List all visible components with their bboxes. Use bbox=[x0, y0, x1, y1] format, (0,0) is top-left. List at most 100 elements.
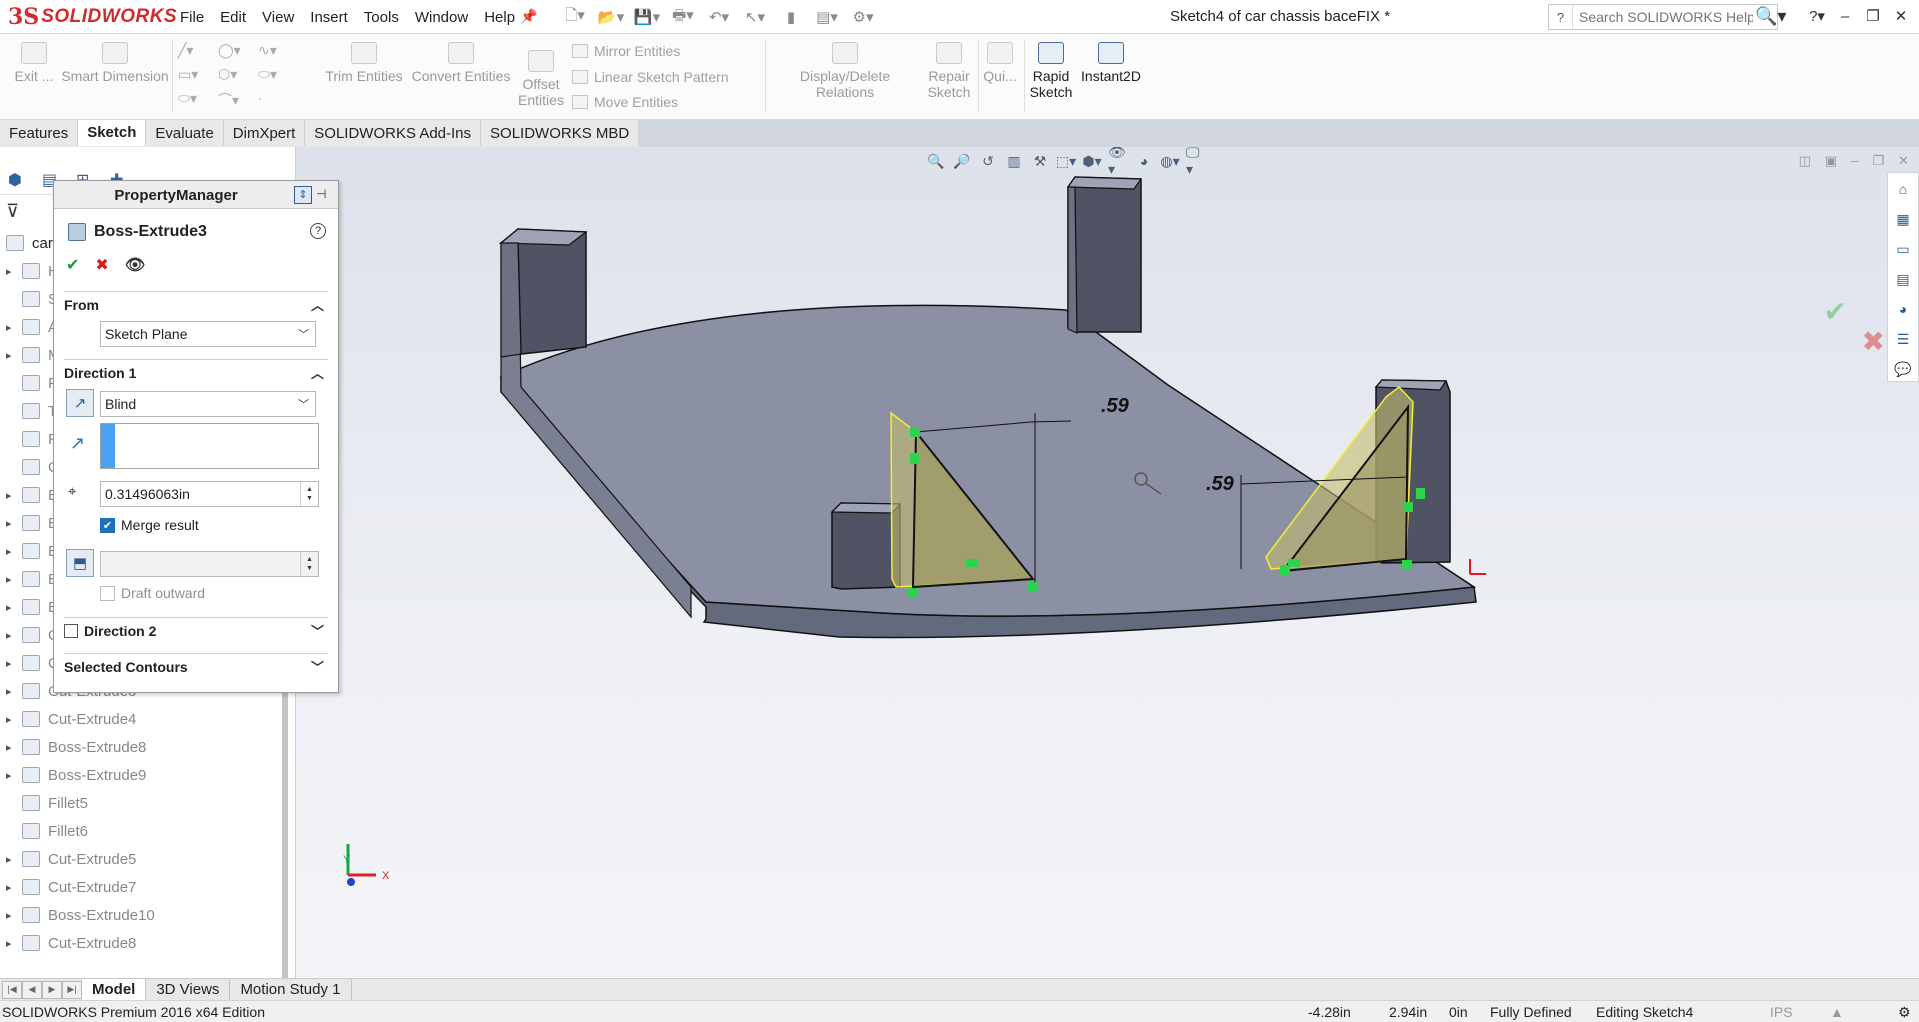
line-icon[interactable]: ╱▾ bbox=[178, 42, 208, 58]
custom-properties-icon[interactable]: ☰ bbox=[1893, 329, 1913, 349]
pm-expand-icon[interactable]: ⇕ bbox=[294, 186, 312, 204]
tree-item[interactable]: ▸ Cut-Extrude7 bbox=[0, 873, 290, 901]
end-condition-dropdown[interactable]: Blind ﹀ bbox=[100, 391, 316, 417]
exit-sketch-button[interactable]: Exit ... bbox=[10, 42, 58, 84]
file-explorer-icon[interactable]: ▭ bbox=[1893, 239, 1913, 259]
pm-ok-icon[interactable]: ✔ bbox=[66, 255, 79, 275]
fillet-sketch-icon[interactable]: ⌒▾ bbox=[218, 90, 248, 108]
rebuild-status-icon[interactable]: ⚙ bbox=[1898, 1004, 1911, 1021]
direction2-toggle[interactable]: Direction 2 bbox=[64, 623, 156, 639]
direction2-section-header[interactable]: Direction 2 ﹀ bbox=[64, 617, 328, 641]
from-section-header[interactable]: From ︿ bbox=[64, 291, 328, 315]
pin-menu-icon[interactable]: 📌 bbox=[520, 8, 537, 26]
menu-tools[interactable]: Tools bbox=[356, 9, 407, 26]
expand-arrow-icon[interactable]: ▸ bbox=[6, 713, 22, 726]
spin-arrows-icon[interactable]: ▲ ▼ bbox=[300, 552, 318, 576]
menu-view[interactable]: View bbox=[254, 9, 302, 26]
rebuild-icon[interactable]: ▮ bbox=[776, 6, 806, 28]
viewport-minimize-icon[interactable]: – bbox=[1851, 153, 1858, 169]
dynamic-annotation-icon[interactable]: ⚒ bbox=[1030, 151, 1050, 171]
instant2d-button[interactable]: Instant2D bbox=[1078, 42, 1144, 84]
prev-tab-icon[interactable]: ◀ bbox=[22, 980, 42, 999]
expand-arrow-icon[interactable]: ▸ bbox=[6, 265, 22, 278]
section-view-icon[interactable]: ▥ bbox=[1004, 151, 1024, 171]
search-icon[interactable]: 🔍▾ bbox=[1755, 6, 1786, 27]
coincident-relation-icon[interactable] bbox=[908, 588, 918, 598]
rapid-sketch-button[interactable]: Rapid Sketch bbox=[1028, 42, 1074, 100]
direction-selection-box[interactable] bbox=[100, 423, 319, 469]
ellipse-icon[interactable]: ⬭▾ bbox=[258, 66, 288, 82]
file-properties-icon[interactable]: ▤▾ bbox=[812, 6, 842, 28]
zoom-to-fit-icon[interactable]: 🔍 bbox=[926, 151, 946, 171]
merge-result-checkbox[interactable]: ✔ Merge result bbox=[100, 517, 199, 533]
smart-dimension-button[interactable]: Smart Dimension bbox=[60, 42, 170, 84]
help-menu-icon[interactable]: ?▾ bbox=[1805, 4, 1829, 28]
viewport-close-icon[interactable]: ✕ bbox=[1898, 153, 1909, 169]
restore-icon[interactable]: ❐ bbox=[1861, 4, 1885, 28]
next-tab-icon[interactable]: ▶ bbox=[42, 980, 62, 999]
units-menu-icon[interactable]: ▲ bbox=[1830, 1004, 1844, 1020]
expand-arrow-icon[interactable]: ▸ bbox=[6, 881, 22, 894]
tree-item[interactable]: ▸ Boss-Extrude8 bbox=[0, 733, 290, 761]
view-palette-icon[interactable]: ▤ bbox=[1893, 269, 1913, 289]
previous-view-icon[interactable]: ↺ bbox=[978, 151, 998, 171]
save-icon[interactable]: 💾▾ bbox=[632, 6, 662, 28]
expand-arrow-icon[interactable]: ▸ bbox=[6, 321, 22, 334]
tree-item[interactable]: Fillet6 bbox=[0, 817, 290, 845]
expand-arrow-icon[interactable]: ▸ bbox=[6, 573, 22, 586]
open-document-icon[interactable]: 📂▾ bbox=[596, 6, 626, 28]
tab-3d-views[interactable]: 3D Views bbox=[146, 979, 231, 1000]
graphics-area[interactable]: .59 .59 Y X 🔍 🔎 ↺ ▥ ⚒ ⬚▾ ⬢▾ 👁▾ ◕ ◍▾ 🖵▾ ◫… bbox=[296, 147, 1919, 978]
undo-icon[interactable]: ↶▾ bbox=[704, 6, 734, 28]
direction1-section-header[interactable]: Direction 1 ︿ bbox=[64, 359, 328, 383]
expand-arrow-icon[interactable]: ▸ bbox=[6, 629, 22, 642]
tree-item[interactable]: ▸ Cut-Extrude5 bbox=[0, 845, 290, 873]
dimension-value-left[interactable]: .59 bbox=[1101, 395, 1130, 417]
spin-arrows-icon[interactable]: ▲ ▼ bbox=[300, 482, 318, 506]
repair-sketch-button[interactable]: Repair Sketch bbox=[926, 42, 972, 100]
expand-arrow-icon[interactable]: ▸ bbox=[6, 489, 22, 502]
expand-arrow-icon[interactable]: ▸ bbox=[6, 601, 22, 614]
viewport-restore-icon[interactable]: ❐ bbox=[1872, 153, 1884, 169]
help-search-input[interactable] bbox=[1573, 9, 1753, 25]
pm-help-icon[interactable]: ? bbox=[310, 223, 326, 239]
expand-arrow-icon[interactable]: ▸ bbox=[6, 741, 22, 754]
appearances-icon[interactable]: ◕ bbox=[1893, 299, 1913, 319]
options-gear-icon[interactable]: ⚙▾ bbox=[848, 6, 878, 28]
circle-icon[interactable]: ◯▾ bbox=[218, 42, 248, 58]
pm-preview-icon[interactable]: 👁 bbox=[125, 255, 145, 275]
filter-icon[interactable]: ⊽ bbox=[6, 201, 19, 222]
vertical-relation-icon[interactable] bbox=[910, 453, 919, 464]
depth-input[interactable] bbox=[101, 486, 300, 502]
tab-evaluate[interactable]: Evaluate bbox=[146, 120, 224, 146]
spline-icon[interactable]: ∿▾ bbox=[258, 42, 288, 58]
expand-arrow-icon[interactable]: ▸ bbox=[6, 349, 22, 362]
expand-arrow-icon[interactable]: ▸ bbox=[6, 853, 22, 866]
apply-scene-icon[interactable]: ◍▾ bbox=[1160, 151, 1180, 171]
menu-file[interactable]: File bbox=[172, 9, 212, 26]
tab-addins[interactable]: SOLIDWORKS Add-Ins bbox=[305, 120, 482, 146]
tab-dimxpert[interactable]: DimXpert bbox=[223, 120, 306, 146]
trim-entities-button[interactable]: Trim Entities bbox=[322, 42, 406, 84]
selected-contours-section-header[interactable]: Selected Contours ﹀ bbox=[64, 653, 328, 677]
expand-arrow-icon[interactable]: ▸ bbox=[6, 657, 22, 670]
tab-motion-study[interactable]: Motion Study 1 bbox=[230, 979, 352, 1000]
view-settings-icon[interactable]: 🖵▾ bbox=[1186, 147, 1206, 177]
close-icon[interactable]: ✕ bbox=[1889, 4, 1913, 28]
rectangle-icon[interactable]: ▭▾ bbox=[178, 66, 208, 82]
pm-pin-icon[interactable]: ⊣ bbox=[316, 187, 332, 203]
polygon-icon[interactable]: ⬡▾ bbox=[218, 66, 248, 82]
move-entities-button[interactable]: Move Entities bbox=[572, 94, 678, 110]
coincident-relation-icon[interactable] bbox=[1280, 565, 1290, 575]
zoom-area-icon[interactable]: 🔎 bbox=[952, 151, 972, 171]
menu-window[interactable]: Window bbox=[407, 9, 476, 26]
forum-icon[interactable]: 💬 bbox=[1893, 359, 1913, 379]
coincident-relation-icon[interactable] bbox=[1028, 582, 1038, 592]
home-icon[interactable]: ⌂ bbox=[1893, 179, 1913, 199]
first-tab-icon[interactable]: |◀ bbox=[2, 980, 22, 999]
new-document-icon[interactable]: 🗋▾ bbox=[560, 6, 590, 28]
select-icon[interactable]: ↖▾ bbox=[740, 6, 770, 28]
minimize-icon[interactable]: – bbox=[1833, 4, 1857, 28]
slot-icon[interactable]: ⬭▾ bbox=[178, 90, 208, 106]
mirror-entities-button[interactable]: Mirror Entities bbox=[572, 43, 680, 59]
